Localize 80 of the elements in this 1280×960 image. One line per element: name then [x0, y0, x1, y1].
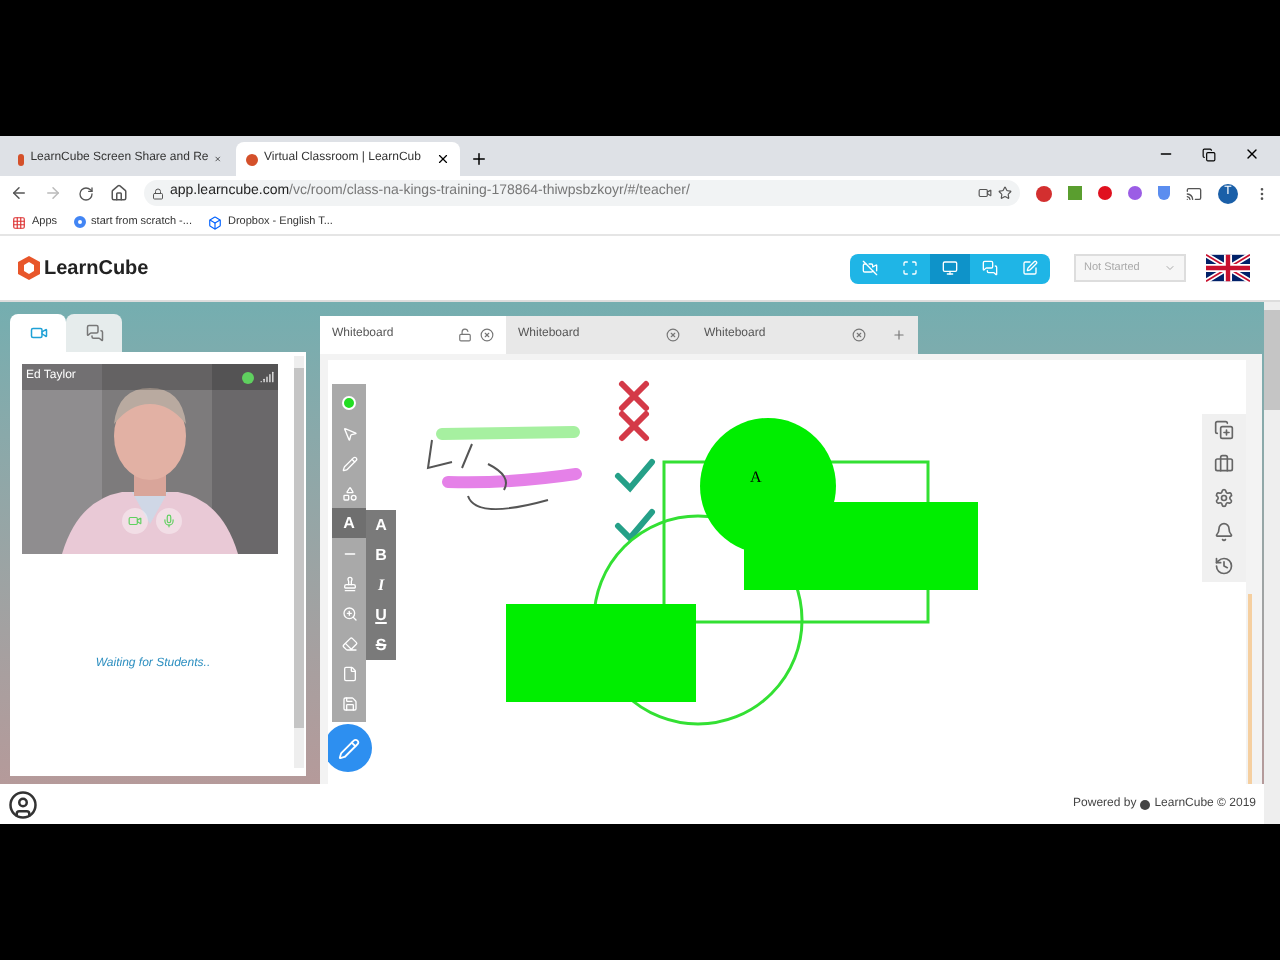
- file-icon: [341, 665, 357, 681]
- video-tab[interactable]: [10, 314, 66, 352]
- shapes-icon: [341, 485, 357, 501]
- canvas-text: A: [750, 466, 762, 490]
- close-icon: [436, 152, 450, 166]
- bell-button[interactable]: [1214, 522, 1234, 542]
- chat-tab[interactable]: [66, 314, 122, 352]
- briefcase-icon: [1214, 454, 1234, 474]
- unlock-icon: [458, 328, 472, 342]
- settings-button[interactable]: [1214, 488, 1234, 508]
- zoom-icon: [341, 605, 357, 621]
- monitor-icon: [942, 260, 958, 276]
- bell-icon: [1214, 522, 1234, 542]
- highlighter-stroke: [442, 468, 582, 489]
- text-tool[interactable]: A: [332, 508, 366, 538]
- logo-icon: [18, 256, 40, 280]
- close-icon: [1244, 146, 1260, 162]
- camera-icon: [978, 186, 992, 200]
- flag-icon[interactable]: [1206, 254, 1250, 282]
- close-icon: [666, 328, 680, 342]
- extension-icon[interactable]: [1158, 186, 1170, 200]
- check-mark: [615, 509, 655, 543]
- microphone-icon: [162, 514, 176, 528]
- chevron-down-icon: [1164, 262, 1176, 274]
- cross-mark: [619, 381, 649, 411]
- text-style-button[interactable]: B: [366, 540, 396, 570]
- camera-button[interactable]: [122, 508, 148, 534]
- favicon-icon: [246, 153, 258, 165]
- forward-icon: [44, 184, 62, 202]
- favicon-icon: [18, 153, 25, 165]
- google-icon: [73, 216, 86, 228]
- fullscreen-icon: [902, 260, 918, 276]
- chat-icon: [85, 324, 103, 342]
- eraser-icon: [341, 635, 357, 651]
- box-icon: [207, 215, 222, 229]
- home-icon: [110, 184, 128, 202]
- briefcase-button[interactable]: [1214, 454, 1234, 474]
- mic-button[interactable]: [156, 508, 182, 534]
- chat-icon: [982, 260, 998, 276]
- pointer-icon: [341, 425, 357, 441]
- close-icon: [852, 328, 866, 342]
- add-page-icon: [1214, 420, 1234, 440]
- pencil-icon: [337, 737, 359, 759]
- lock-icon: [152, 187, 164, 199]
- stamp-icon: [341, 575, 357, 591]
- camera-off-icon: [862, 260, 878, 276]
- back-icon: [10, 184, 28, 202]
- cast-icon: [1186, 185, 1202, 201]
- restore-icon: [1202, 147, 1216, 161]
- text-style-button[interactable]: A: [366, 510, 396, 540]
- new-tab-icon: [470, 150, 488, 168]
- check-mark: [615, 459, 655, 493]
- extension-icon[interactable]: [1128, 186, 1142, 200]
- star-icon: [998, 186, 1012, 200]
- user-icon: [8, 789, 38, 819]
- monitor-button[interactable]: [930, 253, 970, 283]
- pen-stroke: [427, 439, 549, 511]
- edit-icon: [1022, 260, 1038, 276]
- text-style-button[interactable]: U: [366, 600, 396, 630]
- video-camera-icon: [128, 514, 142, 528]
- apps-icon: [12, 215, 26, 229]
- save-icon: [341, 695, 357, 711]
- logo-text: LearnCube: [44, 255, 149, 283]
- add-tab-icon: [891, 328, 905, 342]
- reload-icon: [78, 185, 94, 201]
- signal-icon: [260, 370, 274, 384]
- text-style-button[interactable]: S: [366, 630, 396, 660]
- settings-icon: [1214, 488, 1234, 508]
- video-camera-icon: [29, 324, 47, 342]
- history-button[interactable]: [1214, 556, 1234, 576]
- cross-mark: [619, 411, 649, 441]
- logo-icon: [1140, 799, 1151, 809]
- history-icon: [1214, 556, 1234, 576]
- highlighter-stroke: [436, 426, 580, 440]
- close-icon: [480, 328, 494, 342]
- text-style-button[interactable]: I: [366, 570, 396, 600]
- add-page-button[interactable]: [1214, 420, 1234, 440]
- extension-icon[interactable]: [1098, 186, 1112, 200]
- pen-icon: [341, 455, 357, 471]
- pencil-button[interactable]: [328, 724, 372, 772]
